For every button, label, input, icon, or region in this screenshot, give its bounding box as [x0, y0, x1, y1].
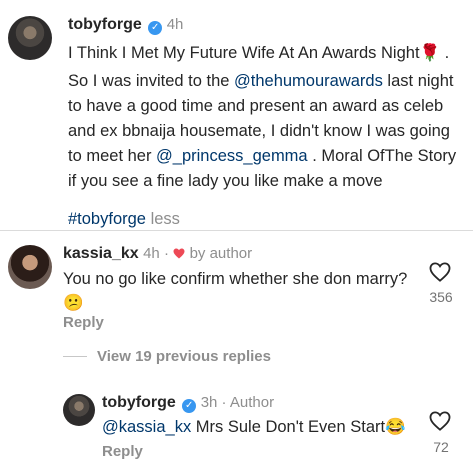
- rose-emoji-icon: 🌹: [419, 44, 441, 62]
- verified-badge-icon: ✓: [148, 21, 163, 35]
- comment-text: You no go like confirm whether she don m…: [63, 267, 413, 316]
- reply-header: tobyforge ✓ 3h · Author: [102, 394, 275, 413]
- like-reply-heart-icon[interactable]: [429, 411, 451, 431]
- reply-like-count: 72: [433, 439, 449, 455]
- view-replies-line: [63, 356, 87, 357]
- comment-username[interactable]: kassia_kx: [63, 245, 139, 262]
- mention-kassia-kx-link[interactable]: @kassia_kx: [102, 418, 191, 436]
- comment-like-count: 356: [429, 289, 453, 305]
- reply-button[interactable]: Reply: [63, 314, 104, 331]
- author-label: Author: [229, 394, 275, 411]
- divider: [0, 230, 473, 231]
- reply-time: 3h: [200, 394, 218, 411]
- post-caption: I Think I Met My Future Wife At An Award…: [68, 41, 468, 232]
- less-toggle[interactable]: less: [146, 210, 180, 228]
- post-header: tobyforge ✓ 4h: [68, 16, 183, 35]
- liked-by-author-heart-icon: [173, 248, 185, 259]
- comment-author-avatar[interactable]: [8, 245, 52, 289]
- by-author-label: by author: [189, 245, 253, 262]
- like-comment-heart-icon[interactable]: [429, 262, 451, 282]
- mention-princess-gemma-link[interactable]: @_princess_gemma: [156, 147, 308, 165]
- post-author-avatar[interactable]: [8, 16, 52, 60]
- reply-text: @kassia_kx Mrs Sule Don't Even Start😂: [102, 418, 406, 436]
- comment-time: 4h: [143, 245, 160, 262]
- mention-thehumourawards-link[interactable]: @thehumourawards: [234, 72, 383, 90]
- confused-face-emoji-icon: 😕: [63, 294, 84, 312]
- verified-badge-icon: ✓: [182, 399, 197, 413]
- comment-header: kassia_kx 4h · by author: [63, 245, 253, 262]
- reply-username[interactable]: tobyforge: [102, 394, 176, 411]
- laughing-emoji-icon: 😂: [385, 418, 406, 436]
- hashtag-tobyforge-link[interactable]: #tobyforge: [68, 210, 146, 228]
- reply-author-avatar[interactable]: [63, 394, 95, 426]
- post-title: I Think I Met My Future Wife At An Award…: [68, 44, 450, 62]
- post-time: 4h: [166, 16, 184, 33]
- reply-to-reply-button[interactable]: Reply: [102, 443, 143, 460]
- post-username[interactable]: tobyforge: [68, 16, 142, 33]
- view-previous-replies-button[interactable]: View 19 previous replies: [97, 348, 271, 365]
